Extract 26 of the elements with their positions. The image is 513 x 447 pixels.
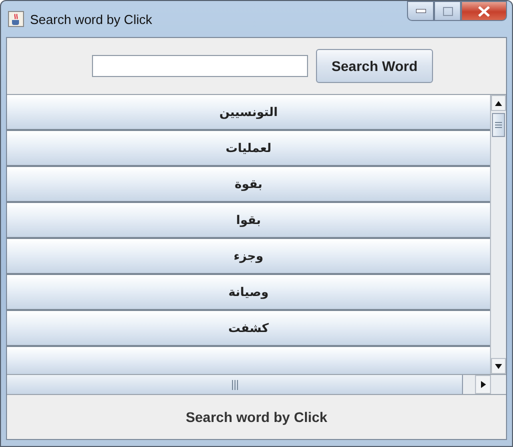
coffee-cup-icon	[8, 11, 24, 27]
minimize-button[interactable]	[407, 1, 434, 21]
search-field[interactable]	[92, 55, 308, 77]
status-label: Search word by Click	[186, 409, 328, 425]
word-list-item[interactable]: وجزء	[7, 239, 490, 275]
scrollbar-thumb[interactable]	[492, 113, 505, 137]
word-list-item[interactable]: بقوة	[7, 167, 490, 203]
word-list-item[interactable]: لعمليات	[7, 131, 490, 167]
maximize-icon	[442, 6, 452, 16]
window-title: Search word by Click	[30, 12, 154, 26]
up-arrow-icon	[495, 100, 502, 106]
scroll-up-button[interactable]	[491, 95, 506, 111]
word-list-item[interactable]: وصيانة	[7, 275, 490, 311]
down-arrow-icon	[495, 364, 502, 368]
word-list-item[interactable]: كشفت	[7, 311, 490, 347]
close-icon	[478, 6, 490, 16]
scroll-right-button[interactable]	[475, 375, 491, 394]
minimize-icon	[416, 9, 426, 13]
scroll-down-button[interactable]	[491, 358, 506, 374]
maximize-button[interactable]	[434, 1, 461, 21]
search-word-button[interactable]: Search Word	[316, 49, 433, 83]
word-list-item[interactable]: التونسيين	[7, 95, 490, 131]
close-button[interactable]	[461, 1, 507, 21]
right-arrow-icon	[480, 381, 486, 388]
word-list-item[interactable]: بقوا	[7, 203, 490, 239]
scrollbar-thumb[interactable]	[7, 375, 463, 394]
